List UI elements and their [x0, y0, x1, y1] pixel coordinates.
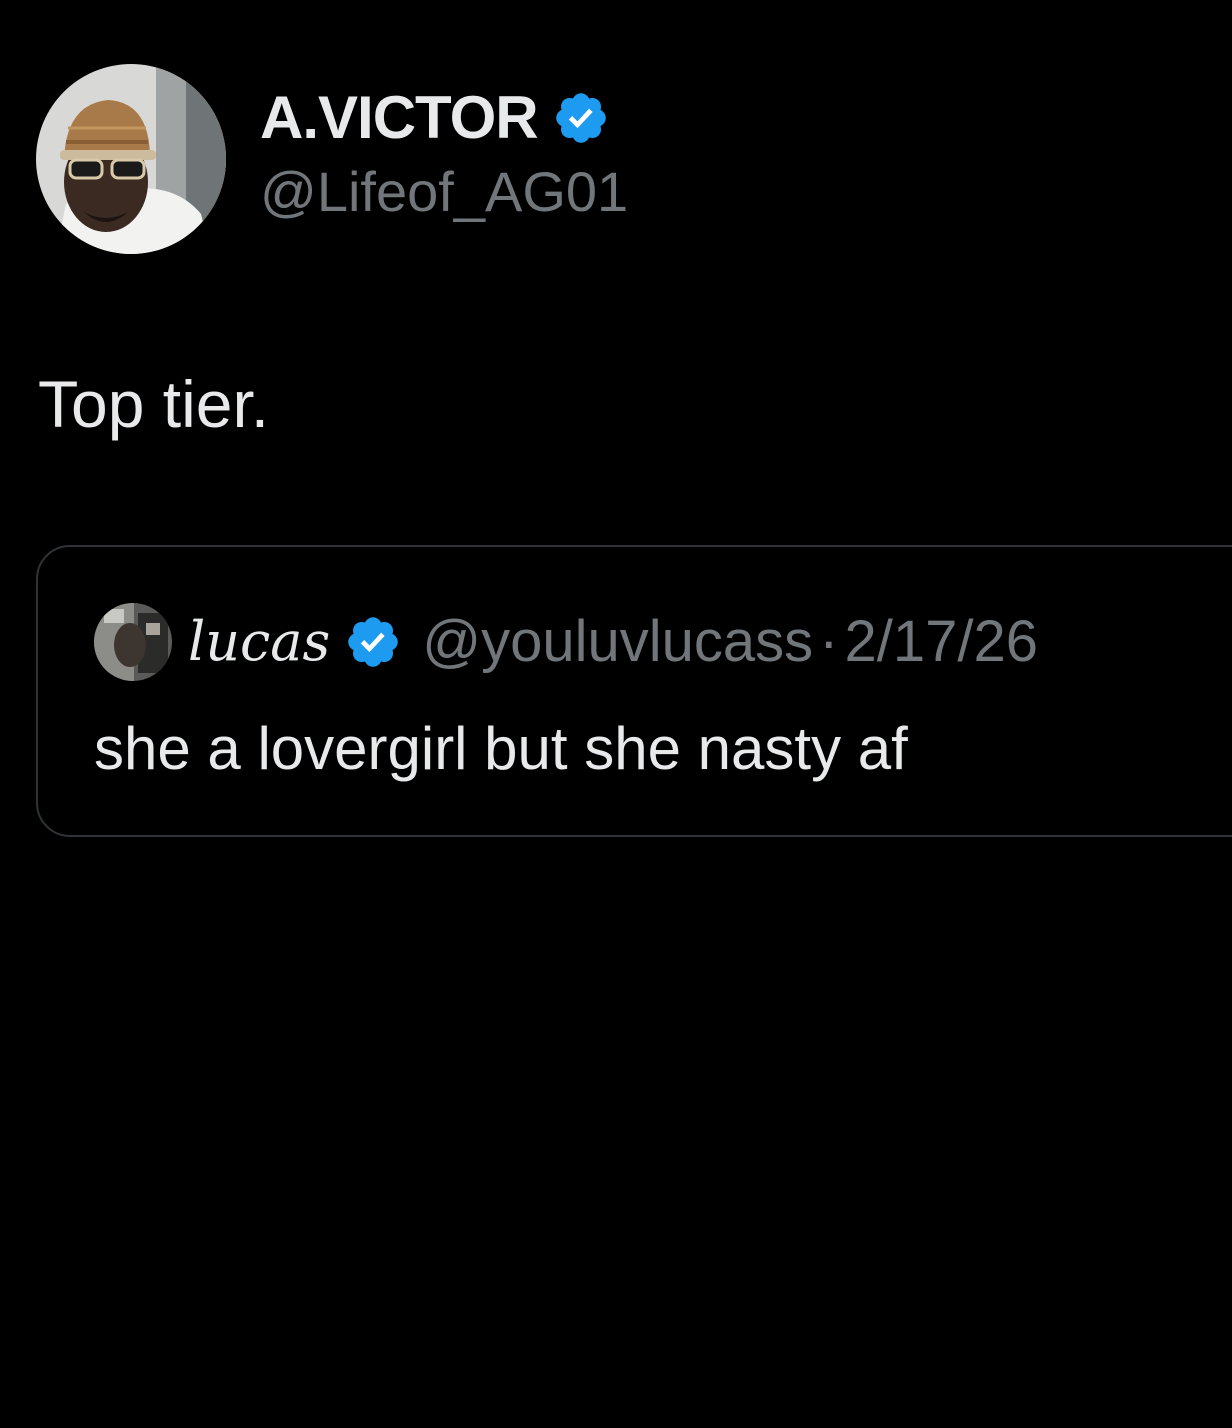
quoted-author-handle[interactable]: @youluvlucass — [422, 612, 813, 672]
author-handle[interactable]: @Lifeof_AG01 — [260, 157, 628, 227]
quoted-author-name[interactable]: lucas — [188, 612, 330, 672]
tweet-text: Top tier. — [38, 367, 270, 441]
quoted-tweet[interactable]: lucas @youluvlucass · 2/17/26 she a love… — [36, 545, 1232, 837]
quoted-tweet-header: lucas @youluvlucass · 2/17/26 — [94, 603, 1038, 681]
verified-badge-icon — [552, 89, 610, 147]
verified-badge-icon — [344, 613, 402, 671]
quoted-tweet-text: she a lovergirl but she nasty af — [94, 715, 908, 782]
tweet: A.VICTOR @Lifeof_AG01 Top tier. lucas @y… — [0, 0, 1232, 1428]
author-avatar[interactable] — [36, 64, 226, 254]
author-text: A.VICTOR @Lifeof_AG01 — [260, 85, 628, 227]
separator-dot: · — [819, 609, 839, 674]
author-display-name[interactable]: A.VICTOR — [260, 85, 539, 151]
quoted-author-avatar[interactable] — [94, 603, 172, 681]
quoted-tweet-date[interactable]: 2/17/26 — [844, 612, 1038, 672]
author-row: A.VICTOR @Lifeof_AG01 — [36, 64, 628, 254]
author-name-line: A.VICTOR — [260, 85, 628, 151]
